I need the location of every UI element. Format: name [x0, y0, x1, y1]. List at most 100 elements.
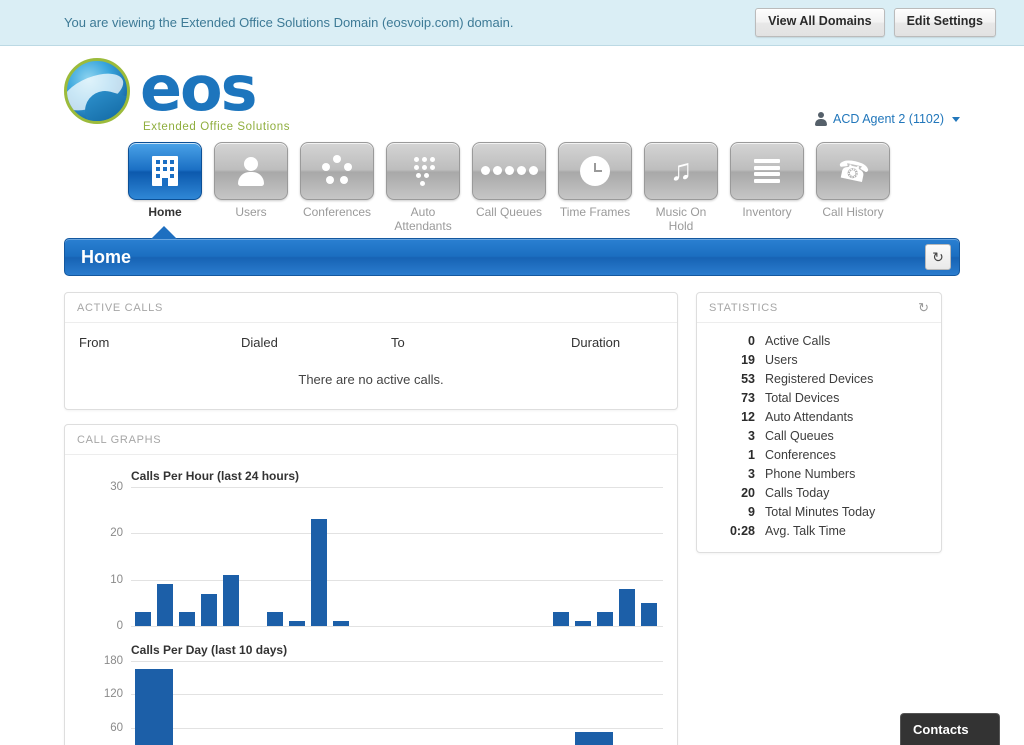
main-navigation: Home Users Conferences Auto Attendants C…: [0, 142, 1024, 234]
bar-series: [131, 661, 663, 745]
right-column: Statistics ↻ 0 Active Calls 1 9 Users 53 Regis…: [696, 292, 942, 567]
statistic-value: 20: [741, 485, 755, 500]
phone-incoming-icon: ☎: [834, 152, 872, 190]
statistic-value: 3: [748, 466, 755, 481]
nav-item-inventory[interactable]: Inventory: [730, 142, 804, 219]
statistic-label: Users: [765, 352, 798, 367]
column-header-to: To: [391, 335, 405, 350]
bar: [135, 669, 173, 745]
statistic-value: 73: [741, 390, 755, 405]
building-icon: [152, 156, 178, 186]
domain-banner-message: You are viewing the Extended Office Solu…: [64, 15, 514, 30]
page-title-bar: Home ↻: [64, 238, 960, 276]
statistic-label: Conferences: [765, 447, 836, 462]
statistics-title: Statistics: [709, 301, 778, 314]
statistic-label: Total Devices: [765, 390, 840, 405]
nav-tile-inventory: [730, 142, 804, 200]
nav-item-users[interactable]: Users: [214, 142, 288, 219]
nav-item-home[interactable]: Home: [128, 142, 202, 219]
nav-label-conferences: Conferences: [302, 205, 372, 219]
logo-wordmark: eos: [140, 52, 258, 125]
bar: [333, 621, 349, 626]
bar: [311, 519, 327, 626]
bar: [553, 612, 569, 626]
statistic-row: 53 Registered Devices: [711, 369, 927, 388]
edit-settings-button[interactable]: Edit Settings: [893, 8, 996, 37]
person-icon: [234, 154, 268, 188]
bar-series: [131, 487, 663, 626]
call-graphs-title: Call Graphs: [77, 433, 162, 446]
nav-item-conferences[interactable]: Conferences: [300, 142, 374, 219]
nav-label-call-queues: Call Queues: [475, 205, 543, 219]
y-axis-tick-label: 10: [110, 573, 123, 586]
nav-item-call-queues[interactable]: Call Queues: [472, 142, 546, 219]
statistic-row: 0 Active Calls: [711, 331, 927, 350]
logo[interactable]: eos Extended Office Solutions: [64, 58, 290, 133]
content-area: Active Calls From Dialed To Duration The…: [0, 276, 1024, 745]
nav-item-music-on-hold[interactable]: ♫ Music On Hold: [644, 142, 718, 233]
page-refresh-button[interactable]: ↻: [925, 244, 951, 270]
calls-per-day-title: Calls Per Day (last 10 days): [131, 643, 288, 657]
statistic-value: 0:28: [729, 523, 755, 538]
keypad-icon: [406, 154, 440, 188]
gridline: [131, 626, 663, 627]
statistic-label: Avg. Talk Time: [765, 523, 846, 538]
nav-label-music-on-hold: Music On Hold: [655, 205, 707, 233]
conference-dots-icon: [320, 154, 354, 188]
statistics-panel: Statistics ↻ 0 Active Calls 1 9 Users 53 Regis…: [696, 292, 942, 553]
statistic-row: 0:28 Avg. Talk Time: [711, 521, 927, 540]
nav-item-time-frames[interactable]: Time Frames: [558, 142, 632, 219]
statistics-list: 0 Active Calls 1 9 Users 53 Registered Devices…: [697, 323, 941, 552]
call-graphs-panel: Call Graphs Calls Per Hour (last 24 hour…: [64, 424, 678, 745]
statistic-value: 1: [748, 447, 755, 462]
bar: [179, 612, 195, 626]
active-calls-header: Active Calls: [65, 293, 677, 323]
nav-tile-home: [128, 142, 202, 200]
calls-per-hour-title: Calls Per Hour (last 24 hours): [131, 469, 300, 483]
statistic-row: 73 Total Devices: [711, 388, 927, 407]
bar: [157, 584, 173, 626]
statistic-value: 3: [748, 428, 755, 443]
bar: [575, 732, 613, 745]
page-header: eos Extended Office Solutions ACD Agent …: [0, 46, 1024, 142]
y-axis-tick-label: 180: [103, 655, 123, 667]
calls-per-day-plot: 060120180: [104, 655, 663, 745]
nav-label-call-history: Call History: [822, 205, 884, 219]
nav-tile-music-on-hold: ♫: [644, 142, 718, 200]
logo-tagline: Extended Office Solutions: [143, 121, 291, 133]
nav-item-call-history[interactable]: ☎ Call History: [816, 142, 890, 219]
statistic-label: Phone Numbers: [765, 466, 856, 481]
nav-tile-time-frames: [558, 142, 632, 200]
statistics-refresh-icon[interactable]: ↻: [918, 301, 929, 314]
y-axis-tick-label: 30: [110, 481, 123, 493]
nav-item-auto-attendants[interactable]: Auto Attendants: [386, 142, 460, 233]
music-note-icon: ♫: [669, 154, 693, 187]
bar: [267, 612, 283, 626]
statistic-row: 3 Call Queues: [711, 426, 927, 445]
user-menu[interactable]: ACD Agent 2 (1102): [814, 112, 960, 126]
column-header-dialed: Dialed: [241, 335, 278, 350]
list-lines-icon: [754, 157, 780, 186]
contacts-dock[interactable]: Contacts: [900, 713, 1000, 745]
queue-dots-icon: [479, 162, 539, 180]
statistic-label: Calls Today: [765, 485, 830, 500]
statistic-row: 9 Total Minutes Today: [711, 502, 927, 521]
nav-label-inventory: Inventory: [742, 205, 792, 219]
bar: [223, 575, 239, 626]
nav-label-users: Users: [235, 205, 267, 219]
statistic-row: 12 Auto Attendants: [711, 407, 927, 426]
statistic-value: 9: [748, 504, 755, 519]
statistic-row: 3 Phone Numbers: [711, 464, 927, 483]
contacts-dock-label: Contacts: [913, 722, 969, 737]
nav-tile-auto-attendants: [386, 142, 460, 200]
bar: [597, 612, 613, 626]
nav-tile-call-history: ☎: [816, 142, 890, 200]
view-all-domains-button[interactable]: View All Domains: [755, 8, 885, 37]
active-calls-panel: Active Calls From Dialed To Duration The…: [64, 292, 678, 410]
nav-tile-call-queues: [472, 142, 546, 200]
calls-per-hour-chart: Calls Per Hour (last 24 hours) 0 10 20 30: [65, 455, 677, 632]
y-axis-tick-label: 0: [116, 620, 123, 632]
statistic-row: 20 Calls Today: [711, 483, 927, 502]
statistic-value: 0: [748, 333, 755, 348]
calls-per-day-chart: Calls Per Day (last 10 days) 060120180: [65, 629, 677, 745]
